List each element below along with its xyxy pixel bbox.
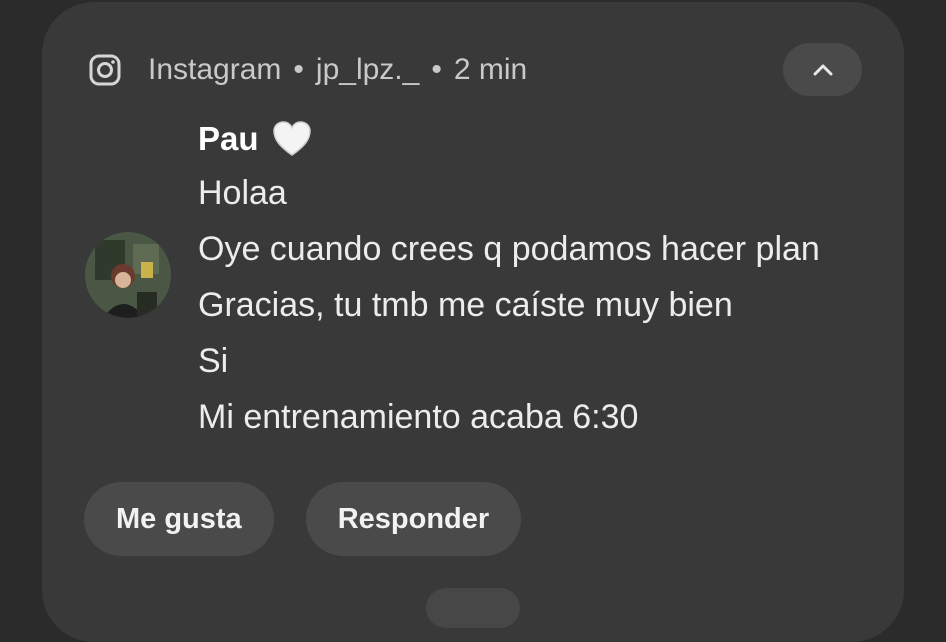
separator-dot: • bbox=[293, 53, 304, 86]
sender-row: Pau bbox=[198, 113, 888, 165]
expand-handle[interactable] bbox=[426, 588, 520, 628]
chevron-up-icon bbox=[813, 64, 832, 75]
message-line: Oye cuando crees q podamos hacer plan bbox=[198, 230, 820, 268]
reply-button[interactable]: Responder bbox=[305, 482, 522, 556]
message-line: Holaa bbox=[198, 174, 287, 212]
message-line: Mi entrenamiento acaba 6:30 bbox=[198, 398, 639, 436]
collapse-button[interactable] bbox=[783, 43, 862, 96]
notification-header: Instagram • jp_lpz._ • 2 min bbox=[88, 50, 527, 90]
notification-time: 2 min bbox=[453, 53, 528, 86]
notification-actions: Me gusta Responder bbox=[84, 482, 553, 556]
message-line: Gracias, tu tmb me caíste muy bien bbox=[198, 286, 733, 324]
separator-dot: • bbox=[431, 53, 442, 86]
sender-name: Pau bbox=[198, 120, 259, 157]
instagram-icon bbox=[89, 54, 121, 86]
account-name: jp_lpz._ bbox=[315, 53, 420, 86]
white-heart-icon bbox=[272, 121, 311, 156]
app-name: Instagram bbox=[148, 53, 282, 86]
message-line: Si bbox=[198, 342, 229, 380]
message-content: Pau Holaa Oye cuando crees q podamos hac… bbox=[198, 113, 888, 445]
avatar bbox=[85, 232, 171, 318]
like-button[interactable]: Me gusta bbox=[84, 482, 274, 556]
